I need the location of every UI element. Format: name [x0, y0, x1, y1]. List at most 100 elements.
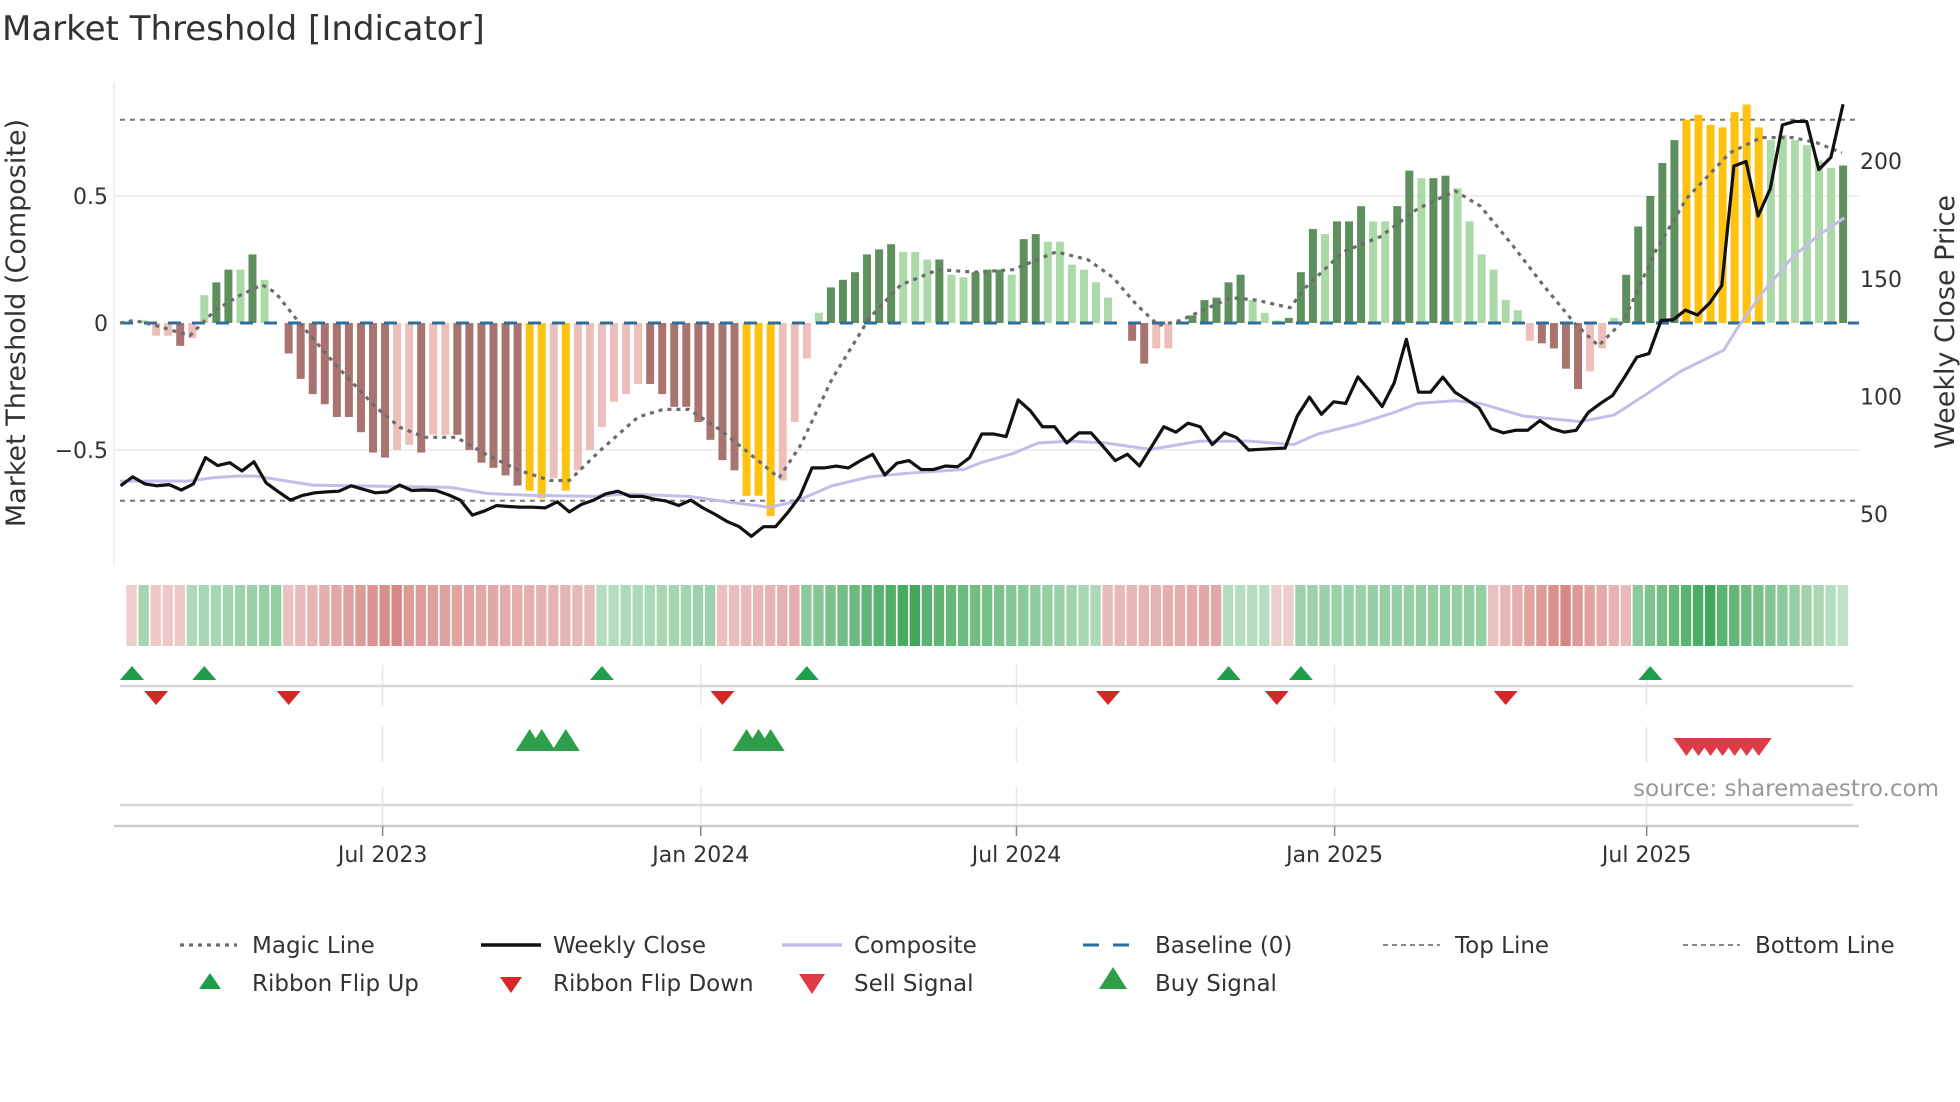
ribbon-cell: [391, 585, 402, 646]
composite-bar: [1827, 168, 1836, 323]
ribbon-cell: [1102, 585, 1113, 646]
ribbon-cell: [1777, 585, 1788, 646]
composite-bar: [1320, 234, 1329, 323]
x-tick-label: Jul 2025: [1600, 843, 1692, 868]
composite-bar: [284, 323, 293, 354]
ribbon-cell: [1283, 585, 1294, 646]
composite-bar: [1682, 119, 1691, 323]
composite-bar: [573, 323, 582, 471]
ribbon-cell: [1572, 585, 1583, 646]
composite-bar: [453, 323, 462, 435]
left-tick-label: 0: [94, 312, 108, 337]
composite-bar: [730, 323, 739, 471]
ribbon-cell: [283, 585, 294, 646]
composite-bar: [923, 259, 932, 323]
ribbon-cell: [138, 585, 149, 646]
ribbon-cell: [126, 585, 137, 646]
ribbon-cell: [499, 585, 511, 646]
ribbon-cell: [1018, 585, 1029, 646]
ribbon-cell: [1126, 585, 1137, 646]
composite-bar: [549, 323, 558, 478]
ribbon-cell: [716, 585, 728, 646]
legend-flip-up-icon: [199, 973, 221, 989]
ribbon-cell: [295, 585, 306, 646]
ribbon-cell: [1500, 585, 1511, 646]
composite-bar: [1549, 323, 1558, 349]
ribbon-cell: [692, 585, 704, 646]
ribbon-cell: [1150, 585, 1162, 646]
ribbon-cell: [957, 585, 969, 646]
composite-bar: [1284, 317, 1293, 323]
composite-bar: [1079, 269, 1088, 323]
composite-bar: [308, 323, 317, 395]
ribbon-cell: [1114, 585, 1125, 646]
composite-bar: [1815, 160, 1823, 323]
ribbon-cell: [1391, 585, 1403, 646]
ribbon-cell: [258, 585, 270, 646]
composite-bar: [1043, 241, 1052, 323]
ribbon-cell: [1451, 585, 1463, 646]
legend-label: Top Line: [1454, 933, 1549, 959]
ribbon-flip-up-marker: [1638, 666, 1663, 680]
ribbon-cell: [837, 585, 848, 646]
left-tick-label: 0.5: [73, 185, 108, 210]
right-tick-label: 200: [1860, 150, 1902, 175]
composite-bar: [1200, 300, 1209, 323]
ribbon-cell: [463, 585, 475, 646]
composite-bar: [1248, 300, 1257, 323]
ribbon-cell: [1247, 585, 1258, 646]
ribbon-cell: [222, 585, 234, 646]
ribbon-cell: [1668, 585, 1680, 646]
composite-bar: [1296, 272, 1305, 323]
ribbon-cell: [150, 585, 161, 646]
composite-bar: [489, 323, 498, 468]
composite-bar: [826, 287, 835, 323]
ribbon-cell: [1138, 585, 1149, 646]
weekly-close-line: [119, 103, 1845, 538]
legend-label: Magic Line: [252, 933, 375, 959]
ribbon-cell: [1524, 585, 1535, 646]
composite-bar: [393, 323, 402, 450]
legend-label: Ribbon Flip Down: [553, 971, 754, 997]
source-credit: source: sharemaestro.com: [1633, 776, 1939, 802]
ribbon-cell: [584, 585, 595, 646]
ribbon-cell: [331, 585, 342, 646]
composite-bar: [597, 323, 606, 428]
composite-bar: [1357, 206, 1366, 323]
ribbon-cell: [1415, 585, 1427, 646]
ribbon-cell: [210, 585, 222, 646]
composite-bar: [1007, 274, 1016, 323]
ribbon-cell: [343, 585, 354, 646]
left-axis-title: Market Threshold (Composite): [1, 119, 32, 527]
ribbon-cell: [1235, 585, 1246, 646]
composite-bar: [525, 323, 534, 491]
composite-line: [119, 216, 1846, 509]
ribbon-cell: [1463, 585, 1475, 646]
composite-bar: [441, 323, 450, 435]
composite-bar: [332, 323, 341, 417]
ribbon-cell: [620, 585, 631, 646]
composite-bar: [1345, 221, 1354, 323]
ribbon-cell: [1488, 585, 1499, 646]
ribbon-cell: [451, 585, 463, 646]
ribbon-cell: [1054, 585, 1065, 646]
ribbon-flip-down-marker: [144, 691, 169, 705]
ribbon-flip-up-marker: [1216, 666, 1241, 680]
ribbon-flip-down-marker: [276, 691, 301, 705]
composite-bar: [1453, 188, 1462, 323]
ribbon-cell: [825, 585, 836, 646]
composite-bar: [911, 251, 920, 323]
ribbon-cell: [1006, 585, 1017, 646]
composite-bar: [356, 323, 365, 433]
ribbon-cell: [680, 585, 692, 646]
ribbon-cell: [1439, 585, 1451, 646]
ribbon-cell: [1596, 585, 1607, 646]
ribbon-cell: [849, 585, 860, 646]
ribbon-cell: [1789, 585, 1800, 646]
composite-bar: [790, 323, 799, 423]
composite-bar: [1790, 140, 1799, 323]
composite-bar: [1513, 310, 1522, 323]
ribbon-cell: [379, 585, 390, 646]
composite-bar: [959, 277, 968, 323]
ribbon-cell: [704, 585, 716, 646]
